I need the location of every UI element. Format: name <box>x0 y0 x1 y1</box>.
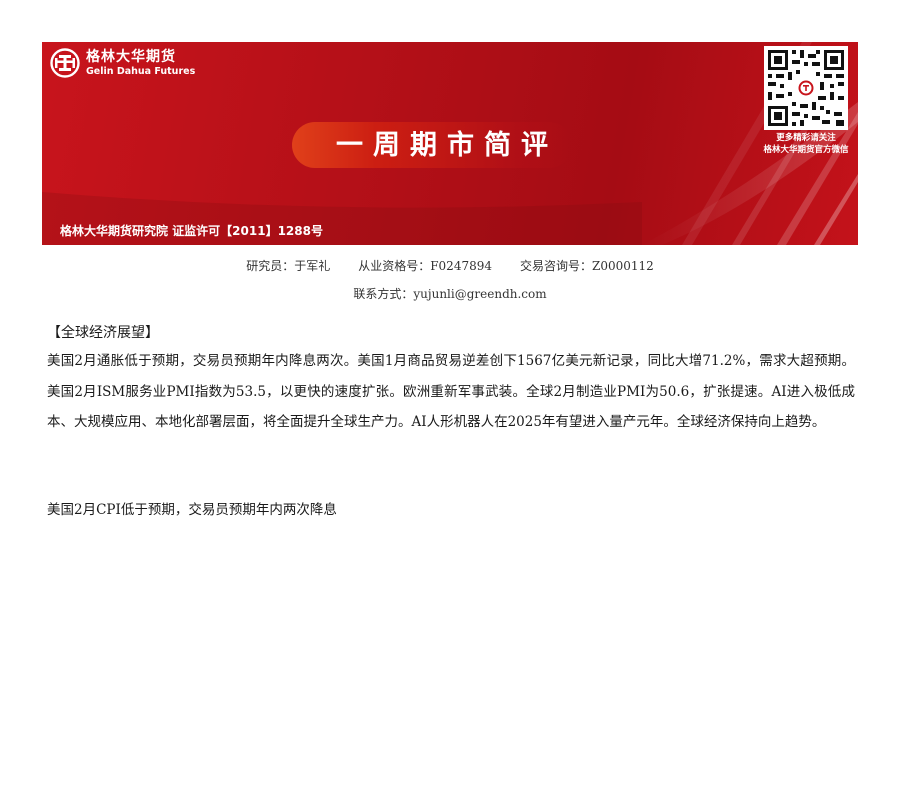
consulting-number: 交易咨询号：Z0000112 <box>520 259 654 273</box>
brand-name-cn: 格林大华期货 <box>86 48 176 65</box>
wechat-qr-code <box>764 46 848 130</box>
qr-caption: 更多精彩请关注 格林大华期货官方微信 <box>744 132 858 156</box>
license-line: 格林大华期货研究院 证监许可【2011】1288号 <box>60 224 323 238</box>
subheading: 美国2月CPI低于预期，交易员预期年内两次降息 <box>47 502 337 518</box>
contact-email: 联系方式：yujunli@greendh.com <box>353 287 547 301</box>
report-title: 一周期市简评 <box>336 130 558 161</box>
gelin-dahua-logo-icon <box>50 48 80 78</box>
brand-name-en: Gelin Dahua Futures <box>86 65 196 77</box>
analyst-name: 研究员：于军礼 <box>246 259 331 273</box>
contact-row: 联系方式：yujunli@greendh.com <box>0 285 900 302</box>
wechat-qr-code-icon <box>764 46 848 130</box>
section-title: 【全球经济展望】 <box>47 325 159 341</box>
researcher-info-row: 研究员：于军礼 从业资格号：F0247894 交易咨询号：Z0000112 <box>0 257 900 274</box>
qualification-number: 从业资格号：F0247894 <box>358 259 492 273</box>
brand-logo: 格林大华期货 Gelin Dahua Futures <box>50 48 195 78</box>
report-banner: 格林大华期货 Gelin Dahua Futures 一周期市简评 更多精彩请关… <box>42 42 858 245</box>
outlook-paragraph: 美国2月通胀低于预期，交易员预期年内降息两次。美国1月商品贸易逆差创下1567亿… <box>47 353 855 430</box>
qr-caption-line1: 更多精彩请关注 <box>776 133 836 143</box>
qr-caption-line2: 格林大华期货官方微信 <box>763 145 849 155</box>
